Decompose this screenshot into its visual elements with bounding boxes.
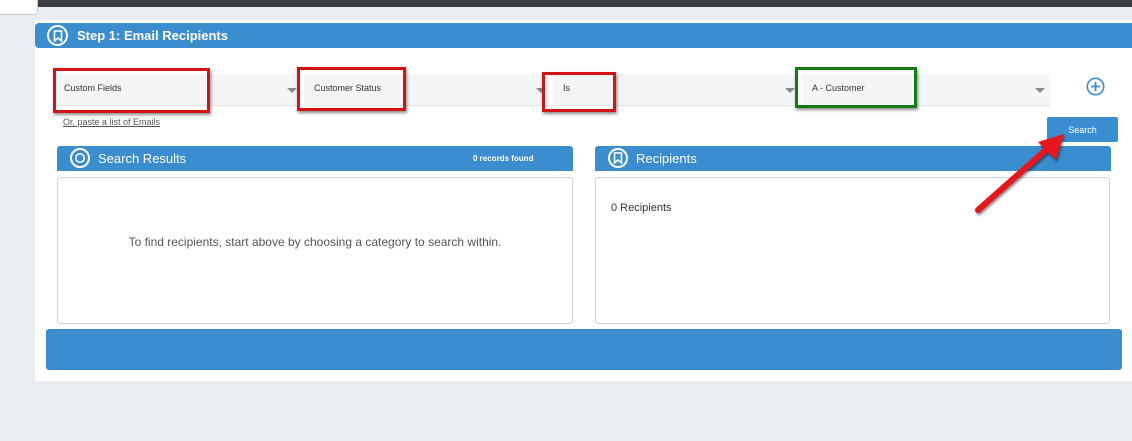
chevron-down-icon bbox=[536, 88, 546, 93]
value-select[interactable]: A - Customer bbox=[802, 74, 1050, 106]
category-select-value: Custom Fields bbox=[64, 83, 122, 93]
search-results-box: To find recipients, start above by choos… bbox=[57, 177, 573, 324]
paste-emails-link[interactable]: Or, paste a list of Emails bbox=[63, 117, 160, 127]
bookmark-icon bbox=[608, 148, 628, 168]
field-select[interactable]: Customer Status bbox=[304, 74, 549, 106]
operator-select[interactable]: Is bbox=[553, 74, 798, 106]
chevron-down-icon bbox=[785, 88, 795, 93]
search-results-title: Search Results bbox=[98, 151, 187, 166]
chevron-down-icon bbox=[1035, 88, 1045, 93]
bookmark-icon bbox=[47, 25, 68, 46]
recipients-count: 0 Recipients bbox=[611, 202, 672, 214]
search-results-header: Search Results 0 records found bbox=[57, 146, 573, 171]
recipients-title: Recipients bbox=[636, 151, 697, 166]
records-found-count: 0 records found bbox=[473, 154, 534, 163]
recipients-header: Recipients bbox=[595, 146, 1111, 171]
step-title: Step 1: Email Recipients bbox=[77, 28, 228, 43]
value-select-value: A - Customer bbox=[812, 83, 865, 93]
empty-results-message: To find recipients, start above by choos… bbox=[128, 235, 502, 249]
operator-select-value: Is bbox=[563, 83, 571, 93]
plus-circle-icon[interactable] bbox=[1086, 77, 1105, 96]
search-icon bbox=[70, 148, 90, 168]
category-select[interactable]: Custom Fields bbox=[54, 74, 300, 106]
search-button[interactable]: Search bbox=[1047, 117, 1118, 142]
step-header: Step 1: Email Recipients bbox=[35, 23, 1132, 48]
chevron-down-icon bbox=[287, 88, 297, 93]
footer-bar bbox=[46, 329, 1122, 370]
top-tab[interactable] bbox=[0, 0, 38, 15]
field-select-value: Customer Status bbox=[314, 83, 382, 93]
top-bar bbox=[0, 0, 1132, 7]
recipients-box: 0 Recipients bbox=[595, 177, 1110, 324]
